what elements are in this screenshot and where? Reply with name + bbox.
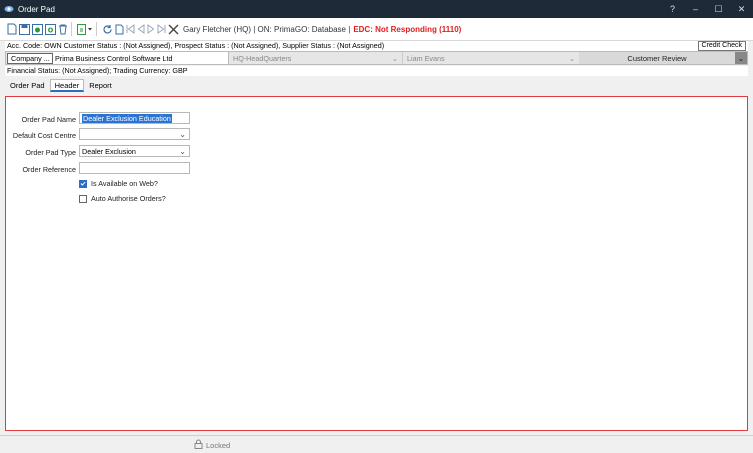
tab-strip: Order Pad Header Report (5, 79, 117, 92)
print-menu-icon[interactable] (77, 21, 93, 37)
order-pad-name-input[interactable]: Dealer Exclusion Education (79, 112, 190, 124)
branch-select[interactable]: HQ-HeadQuarters ⌄ (229, 52, 403, 64)
company-name-field[interactable]: Prima Business Control Software Ltd (53, 52, 229, 64)
previous-record-icon[interactable] (137, 21, 145, 37)
default-cost-centre-select[interactable]: ⌄ (79, 128, 190, 140)
help-button[interactable]: ? (661, 0, 684, 18)
credit-check-button[interactable]: Credit Check (697, 41, 746, 51)
default-cost-centre-label: Default Cost Centre (12, 131, 76, 140)
last-record-icon[interactable] (157, 21, 166, 37)
tools-icon[interactable] (168, 21, 179, 37)
order-pad-type-label: Order Pad Type (25, 148, 76, 157)
app-icon (4, 4, 14, 14)
financial-status-text: Financial Status: (Not Assigned); Tradin… (7, 66, 188, 75)
available-on-web-checkbox[interactable]: Is Available on Web? (79, 179, 158, 188)
order-pad-name-label: Order Pad Name (21, 115, 76, 124)
auto-authorise-label: Auto Authorise Orders? (91, 194, 166, 203)
available-on-web-label: Is Available on Web? (91, 179, 158, 188)
title-bar: Order Pad ? – ☐ ✕ (0, 0, 753, 18)
lock-icon (194, 439, 206, 451)
lock-label: Locked (206, 440, 231, 450)
next-record-icon[interactable] (147, 21, 155, 37)
tab-header[interactable]: Header (49, 79, 85, 92)
customer-review-value: Customer Review (627, 53, 687, 63)
order-pad-type-value: Dealer Exclusion (82, 146, 136, 156)
edc-status: EDC: Not Responding (1110) (353, 24, 462, 34)
user-info: Gary Fletcher (HQ) | ON: PrimaGO: Databa… (183, 24, 351, 34)
toolbar-separator (71, 22, 72, 36)
chevron-down-icon: ⌄ (179, 130, 186, 139)
close-button[interactable]: ✕ (730, 0, 753, 18)
order-pad-type-select[interactable]: Dealer Exclusion ⌄ (79, 145, 190, 157)
tab-order-pad[interactable]: Order Pad (5, 79, 50, 92)
save-new-icon[interactable] (45, 21, 56, 37)
delete-icon[interactable] (58, 21, 68, 37)
contact-value: Liam Evans (407, 53, 445, 63)
order-pad-name-value: Dealer Exclusion Education (82, 113, 172, 123)
refresh-icon[interactable] (102, 21, 113, 37)
window-title: Order Pad (18, 4, 55, 14)
lock-status: Locked (194, 439, 230, 451)
chevron-down-icon: ⌄ (179, 147, 186, 156)
minimize-button[interactable]: – (684, 0, 707, 18)
company-lookup-button[interactable]: Company ... (7, 53, 53, 64)
company-row: Company ... Prima Business Control Softw… (5, 51, 748, 65)
chevron-down-icon: ⌄ (391, 53, 398, 63)
account-status-line: Acc. Code: OWN Customer Status : (Not As… (5, 41, 748, 51)
toolbar-separator (96, 22, 97, 36)
toolbar: Gary Fletcher (HQ) | ON: PrimaGO: Databa… (0, 18, 753, 41)
connection-info: Gary Fletcher (HQ) | ON: PrimaGO: Databa… (183, 25, 461, 34)
account-status-text: Acc. Code: OWN Customer Status : (Not As… (7, 41, 385, 50)
checkbox-checked-icon[interactable] (79, 179, 87, 188)
save-icon[interactable] (19, 21, 30, 37)
checkbox-unchecked-icon[interactable] (79, 194, 87, 203)
save-close-icon[interactable] (32, 21, 43, 37)
first-record-icon[interactable] (126, 21, 135, 37)
customer-review-select[interactable]: Customer Review (579, 52, 735, 64)
new-document-icon[interactable] (7, 21, 17, 37)
branch-value: HQ-HeadQuarters (233, 53, 292, 63)
order-reference-input[interactable] (79, 162, 190, 174)
copy-icon[interactable] (115, 21, 124, 37)
maximize-button[interactable]: ☐ (707, 0, 730, 18)
chevron-down-icon: ⌄ (568, 53, 575, 63)
status-bar: Locked (0, 435, 753, 453)
contact-select[interactable]: Liam Evans ⌄ (403, 52, 579, 64)
header-panel: Order Pad Name Dealer Exclusion Educatio… (5, 96, 748, 431)
chevron-down-icon[interactable]: ⌄ (735, 52, 747, 64)
financial-status-line: Financial Status: (Not Assigned); Tradin… (5, 66, 748, 76)
order-reference-label: Order Reference (22, 165, 76, 174)
auto-authorise-checkbox[interactable]: Auto Authorise Orders? (79, 194, 166, 203)
tab-report[interactable]: Report (84, 79, 117, 92)
